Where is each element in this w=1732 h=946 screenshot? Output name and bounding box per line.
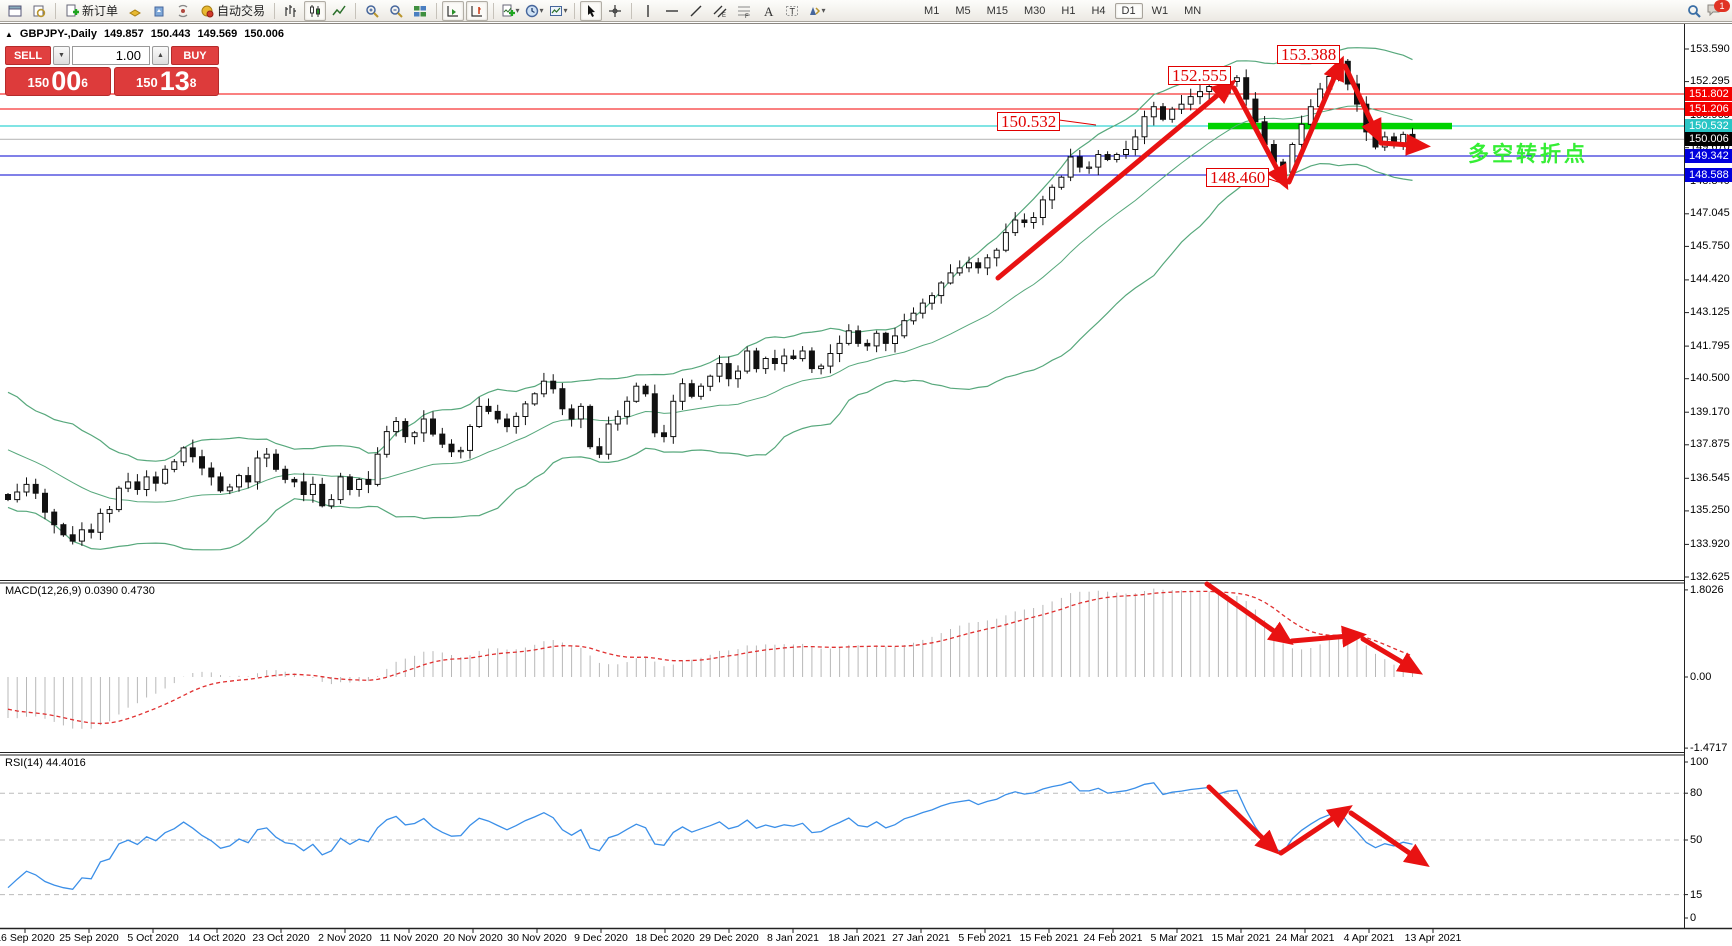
price-annotation[interactable]: 150.532	[997, 112, 1061, 131]
volume-increase-button[interactable]: ▲	[152, 46, 169, 65]
collapse-icon[interactable]: ▲	[5, 30, 13, 39]
date-label: 9 Dec 2020	[574, 932, 628, 944]
mt4-window: 新订单 自动交易 ▾ ▾ ▾ E F A T ▾ M1 M5 M15 M30 H1 H4 D1 W1 MN 1 ▲ G…	[0, 0, 1732, 946]
price-tick: 145.750	[1690, 240, 1730, 252]
price-tick: 135.250	[1690, 504, 1730, 516]
date-label: 24 Mar 2021	[1275, 932, 1335, 944]
price-tick: 152.295	[1690, 75, 1730, 87]
sell-price-big: 00	[51, 66, 82, 96]
price-badge: 150.006	[1685, 132, 1732, 146]
price-badge: 151.206	[1685, 102, 1732, 116]
buy-price-main: 150	[136, 75, 158, 90]
price-tick: 137.875	[1690, 438, 1730, 450]
price-badge: 149.342	[1685, 149, 1732, 163]
rsi-tick: 100	[1690, 756, 1709, 768]
macd-tick: 1.8026	[1690, 584, 1724, 596]
date-label: 5 Feb 2021	[958, 932, 1012, 944]
rsi-tick: 15	[1690, 889, 1703, 901]
buy-price-big: 13	[159, 66, 190, 96]
price-badge: 151.802	[1685, 87, 1732, 101]
price-tick: 140.500	[1690, 372, 1730, 384]
date-label: 24 Feb 2021	[1083, 932, 1143, 944]
date-label: 20 Nov 2020	[443, 932, 503, 944]
price-tick: 141.795	[1690, 340, 1730, 352]
price-tick: 139.170	[1690, 406, 1730, 418]
date-label: 30 Nov 2020	[507, 932, 567, 944]
sell-price-main: 150	[27, 75, 50, 90]
date-label: 16 Sep 2020	[0, 932, 55, 944]
price-annotation[interactable]: 152.555	[1168, 66, 1232, 85]
date-label: 15 Mar 2021	[1211, 932, 1271, 944]
symbol-title: GBPJPY-,Daily	[19, 28, 97, 40]
macd-tick: 0.00	[1690, 671, 1712, 683]
sell-button[interactable]: SELL	[5, 46, 51, 65]
date-label: 15 Feb 2021	[1019, 932, 1079, 944]
price-tick: 153.590	[1690, 43, 1730, 55]
buy-price-button[interactable]: 150 13 8	[113, 66, 219, 96]
price-badge: 150.532	[1685, 119, 1732, 133]
one-click-trading-panel: SELL ▼ 1.00 ▲ BUY 150 00 6 150 13 8	[5, 46, 219, 96]
ohlc-close: 150.006	[244, 28, 285, 40]
date-label: 13 Apr 2021	[1404, 932, 1462, 944]
price-tick: 147.045	[1690, 207, 1730, 219]
rsi-tick: 50	[1690, 834, 1703, 846]
date-label: 18 Dec 2020	[635, 932, 695, 944]
buy-price-pip: 8	[189, 76, 197, 90]
date-label: 2 Nov 2020	[318, 932, 372, 944]
text-annotation[interactable]: 多空转折点	[1468, 138, 1588, 168]
date-label: 18 Jan 2021	[828, 932, 886, 944]
price-annotation[interactable]: 153.388	[1277, 45, 1341, 64]
date-label: 8 Jan 2021	[767, 932, 819, 944]
rsi-label: RSI(14) 44.4016	[5, 757, 86, 769]
symbol-info: ▲ GBPJPY-,Daily 149.857 150.443 149.569 …	[5, 28, 284, 40]
price-tick: 133.920	[1690, 538, 1730, 550]
date-label: 14 Oct 2020	[188, 932, 246, 944]
price-tick: 136.545	[1690, 472, 1730, 484]
ohlc-high: 150.443	[150, 28, 191, 40]
macd-label: MACD(12,26,9) 0.0390 0.4730	[5, 585, 155, 597]
ohlc-open: 149.857	[103, 28, 144, 40]
date-label: 29 Dec 2020	[699, 932, 759, 944]
macd-tick: -1.4717	[1690, 742, 1728, 754]
date-label: 25 Sep 2020	[59, 932, 119, 944]
ohlc-low: 149.569	[197, 28, 238, 40]
price-annotation[interactable]: 148.460	[1206, 168, 1270, 187]
price-tick: 144.420	[1690, 273, 1730, 285]
date-label: 5 Mar 2021	[1150, 932, 1204, 944]
date-label: 27 Jan 2021	[892, 932, 950, 944]
date-label: 4 Apr 2021	[1343, 932, 1395, 944]
date-label: 23 Oct 2020	[252, 932, 310, 944]
sell-price-pip: 6	[81, 76, 88, 90]
price-tick: 132.625	[1690, 571, 1730, 583]
buy-button[interactable]: BUY	[171, 46, 219, 65]
volume-decrease-button[interactable]: ▼	[53, 46, 70, 65]
date-label: 5 Oct 2020	[127, 932, 179, 944]
price-tick: 143.125	[1690, 306, 1730, 318]
volume-input[interactable]: 1.00	[72, 46, 150, 65]
rsi-tick: 80	[1690, 787, 1703, 799]
rsi-tick: 0	[1690, 912, 1697, 924]
sell-price-button[interactable]: 150 00 6	[5, 67, 111, 96]
price-badge: 148.588	[1685, 168, 1732, 182]
date-label: 11 Nov 2020	[379, 932, 439, 944]
